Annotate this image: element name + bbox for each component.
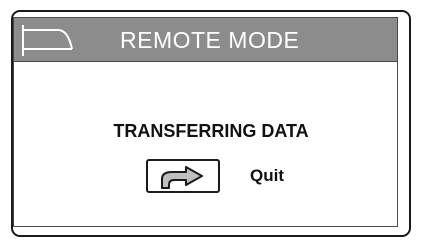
redo-arrow-icon: [161, 166, 203, 189]
quit-label: Quit: [250, 166, 284, 185]
title-bar: REMOTE MODE: [13, 17, 398, 62]
mode-screen-icon: [22, 25, 73, 56]
status-message: TRANSFERRING DATA: [113, 121, 309, 141]
content-panel: [13, 62, 398, 227]
page-title: REMOTE MODE: [120, 27, 300, 53]
quit-button[interactable]: [146, 159, 220, 193]
